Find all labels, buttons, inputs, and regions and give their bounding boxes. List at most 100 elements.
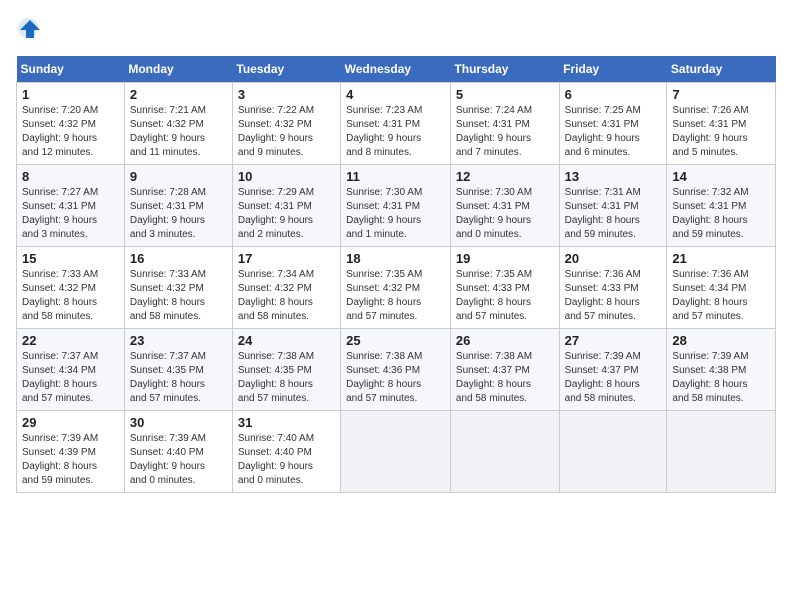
day-info: Sunrise: 7:36 AM Sunset: 4:33 PM Dayligh… <box>565 268 662 324</box>
day-info: Sunrise: 7:20 AM Sunset: 4:32 PM Dayligh… <box>22 104 119 160</box>
day-number: 30 <box>130 415 227 430</box>
calendar-week-row: 1 Sunrise: 7:20 AM Sunset: 4:32 PM Daylig… <box>17 83 776 165</box>
calendar-cell: 30 Sunrise: 7:39 AM Sunset: 4:40 PM Dayli… <box>124 411 232 493</box>
day-number: 7 <box>672 87 770 102</box>
day-number: 10 <box>238 169 335 184</box>
day-info: Sunrise: 7:37 AM Sunset: 4:35 PM Dayligh… <box>130 350 227 406</box>
day-info: Sunrise: 7:22 AM Sunset: 4:32 PM Dayligh… <box>238 104 335 160</box>
calendar-cell <box>559 411 667 493</box>
calendar-cell: 3 Sunrise: 7:22 AM Sunset: 4:32 PM Daylig… <box>232 83 340 165</box>
day-number: 19 <box>456 251 554 266</box>
day-info: Sunrise: 7:35 AM Sunset: 4:33 PM Dayligh… <box>456 268 554 324</box>
calendar-cell: 21 Sunrise: 7:36 AM Sunset: 4:34 PM Dayli… <box>667 247 776 329</box>
day-info: Sunrise: 7:26 AM Sunset: 4:31 PM Dayligh… <box>672 104 770 160</box>
day-number: 2 <box>130 87 227 102</box>
day-number: 21 <box>672 251 770 266</box>
day-info: Sunrise: 7:23 AM Sunset: 4:31 PM Dayligh… <box>346 104 445 160</box>
day-number: 14 <box>672 169 770 184</box>
day-header-friday: Friday <box>559 56 667 83</box>
day-number: 24 <box>238 333 335 348</box>
day-number: 22 <box>22 333 119 348</box>
day-number: 4 <box>346 87 445 102</box>
calendar-cell: 20 Sunrise: 7:36 AM Sunset: 4:33 PM Dayli… <box>559 247 667 329</box>
calendar-cell: 24 Sunrise: 7:38 AM Sunset: 4:35 PM Dayli… <box>232 329 340 411</box>
day-number: 23 <box>130 333 227 348</box>
day-number: 8 <box>22 169 119 184</box>
calendar-week-row: 22 Sunrise: 7:37 AM Sunset: 4:34 PM Dayli… <box>17 329 776 411</box>
day-info: Sunrise: 7:37 AM Sunset: 4:34 PM Dayligh… <box>22 350 119 406</box>
calendar-cell: 4 Sunrise: 7:23 AM Sunset: 4:31 PM Daylig… <box>341 83 451 165</box>
calendar-week-row: 29 Sunrise: 7:39 AM Sunset: 4:39 PM Dayli… <box>17 411 776 493</box>
day-number: 5 <box>456 87 554 102</box>
calendar-cell <box>341 411 451 493</box>
day-info: Sunrise: 7:39 AM Sunset: 4:40 PM Dayligh… <box>130 432 227 488</box>
calendar-cell: 15 Sunrise: 7:33 AM Sunset: 4:32 PM Dayli… <box>17 247 125 329</box>
calendar-cell: 2 Sunrise: 7:21 AM Sunset: 4:32 PM Daylig… <box>124 83 232 165</box>
day-info: Sunrise: 7:28 AM Sunset: 4:31 PM Dayligh… <box>130 186 227 242</box>
day-header-sunday: Sunday <box>17 56 125 83</box>
day-number: 18 <box>346 251 445 266</box>
calendar-cell: 12Sunrise: 7:30 AM Sunset: 4:31 PM Dayli… <box>450 165 559 247</box>
calendar-cell: 29 Sunrise: 7:39 AM Sunset: 4:39 PM Dayli… <box>17 411 125 493</box>
calendar-cell: 17 Sunrise: 7:34 AM Sunset: 4:32 PM Dayli… <box>232 247 340 329</box>
day-number: 16 <box>130 251 227 266</box>
day-number: 26 <box>456 333 554 348</box>
day-info: Sunrise: 7:40 AM Sunset: 4:40 PM Dayligh… <box>238 432 335 488</box>
calendar-cell: 6 Sunrise: 7:25 AM Sunset: 4:31 PM Daylig… <box>559 83 667 165</box>
calendar-cell: 9 Sunrise: 7:28 AM Sunset: 4:31 PM Daylig… <box>124 165 232 247</box>
calendar-cell: 31Sunrise: 7:40 AM Sunset: 4:40 PM Dayli… <box>232 411 340 493</box>
day-info: Sunrise: 7:36 AM Sunset: 4:34 PM Dayligh… <box>672 268 770 324</box>
calendar-cell: 8 Sunrise: 7:27 AM Sunset: 4:31 PM Daylig… <box>17 165 125 247</box>
calendar-cell: 28 Sunrise: 7:39 AM Sunset: 4:38 PM Dayli… <box>667 329 776 411</box>
calendar-table: SundayMondayTuesdayWednesdayThursdayFrid… <box>16 56 776 493</box>
day-info: Sunrise: 7:21 AM Sunset: 4:32 PM Dayligh… <box>130 104 227 160</box>
day-info: Sunrise: 7:39 AM Sunset: 4:37 PM Dayligh… <box>565 350 662 406</box>
day-info: Sunrise: 7:24 AM Sunset: 4:31 PM Dayligh… <box>456 104 554 160</box>
day-info: Sunrise: 7:30 AM Sunset: 4:31 PM Dayligh… <box>346 186 445 242</box>
day-info: Sunrise: 7:29 AM Sunset: 4:31 PM Dayligh… <box>238 186 335 242</box>
calendar-cell <box>667 411 776 493</box>
calendar-cell: 14 Sunrise: 7:32 AM Sunset: 4:31 PM Dayli… <box>667 165 776 247</box>
day-info: Sunrise: 7:38 AM Sunset: 4:35 PM Dayligh… <box>238 350 335 406</box>
day-header-thursday: Thursday <box>450 56 559 83</box>
day-number: 1 <box>22 87 119 102</box>
calendar-cell: 18 Sunrise: 7:35 AM Sunset: 4:32 PM Dayli… <box>341 247 451 329</box>
calendar-cell: 23 Sunrise: 7:37 AM Sunset: 4:35 PM Dayli… <box>124 329 232 411</box>
calendar-cell: 10 Sunrise: 7:29 AM Sunset: 4:31 PM Dayli… <box>232 165 340 247</box>
day-header-wednesday: Wednesday <box>341 56 451 83</box>
day-info: Sunrise: 7:39 AM Sunset: 4:38 PM Dayligh… <box>672 350 770 406</box>
day-number: 25 <box>346 333 445 348</box>
calendar-cell: 7 Sunrise: 7:26 AM Sunset: 4:31 PM Daylig… <box>667 83 776 165</box>
day-number: 20 <box>565 251 662 266</box>
calendar-week-row: 15 Sunrise: 7:33 AM Sunset: 4:32 PM Dayli… <box>17 247 776 329</box>
day-number: 28 <box>672 333 770 348</box>
day-number: 6 <box>565 87 662 102</box>
day-info: Sunrise: 7:30 AM Sunset: 4:31 PM Dayligh… <box>456 186 554 242</box>
day-number: 29 <box>22 415 119 430</box>
day-info: Sunrise: 7:27 AM Sunset: 4:31 PM Dayligh… <box>22 186 119 242</box>
calendar-cell: 27Sunrise: 7:39 AM Sunset: 4:37 PM Dayli… <box>559 329 667 411</box>
calendar-cell: 11 Sunrise: 7:30 AM Sunset: 4:31 PM Dayli… <box>341 165 451 247</box>
logo-icon <box>16 16 44 44</box>
calendar-cell <box>450 411 559 493</box>
page-header <box>16 16 776 44</box>
day-number: 17 <box>238 251 335 266</box>
day-info: Sunrise: 7:35 AM Sunset: 4:32 PM Dayligh… <box>346 268 445 324</box>
day-info: Sunrise: 7:34 AM Sunset: 4:32 PM Dayligh… <box>238 268 335 324</box>
day-number: 9 <box>130 169 227 184</box>
day-header-tuesday: Tuesday <box>232 56 340 83</box>
calendar-cell: 13Sunrise: 7:31 AM Sunset: 4:31 PM Dayli… <box>559 165 667 247</box>
day-number: 15 <box>22 251 119 266</box>
day-number: 11 <box>346 169 445 184</box>
calendar-cell: 25Sunrise: 7:38 AM Sunset: 4:36 PM Dayli… <box>341 329 451 411</box>
day-header-monday: Monday <box>124 56 232 83</box>
calendar-cell: 19 Sunrise: 7:35 AM Sunset: 4:33 PM Dayli… <box>450 247 559 329</box>
day-number: 3 <box>238 87 335 102</box>
day-info: Sunrise: 7:33 AM Sunset: 4:32 PM Dayligh… <box>22 268 119 324</box>
day-number: 13 <box>565 169 662 184</box>
day-info: Sunrise: 7:39 AM Sunset: 4:39 PM Dayligh… <box>22 432 119 488</box>
calendar-cell: 1 Sunrise: 7:20 AM Sunset: 4:32 PM Daylig… <box>17 83 125 165</box>
calendar-week-row: 8 Sunrise: 7:27 AM Sunset: 4:31 PM Daylig… <box>17 165 776 247</box>
day-info: Sunrise: 7:25 AM Sunset: 4:31 PM Dayligh… <box>565 104 662 160</box>
day-info: Sunrise: 7:32 AM Sunset: 4:31 PM Dayligh… <box>672 186 770 242</box>
